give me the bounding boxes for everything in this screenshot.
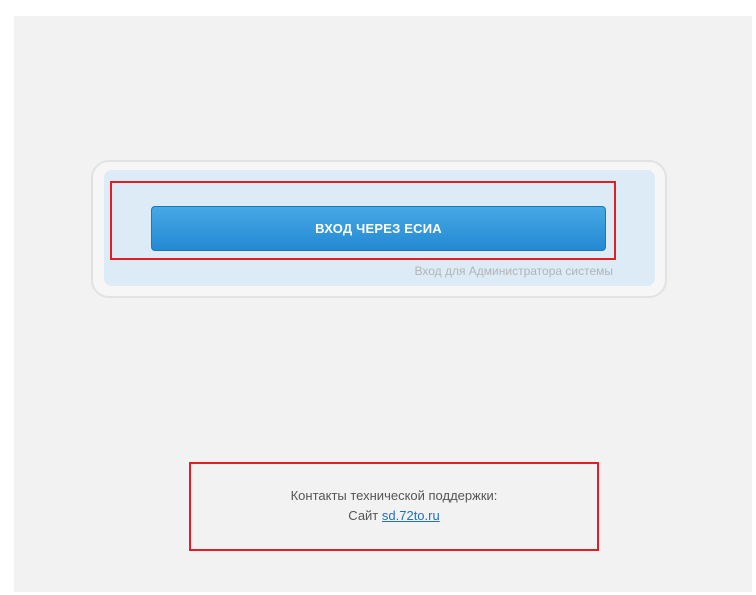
support-site-label: Сайт <box>348 508 379 523</box>
admin-login-link[interactable]: Вход для Администратора системы <box>330 264 613 278</box>
highlight-frame-support <box>189 462 599 551</box>
support-site-line: Сайт sd.72to.ru <box>189 508 599 523</box>
support-heading: Контакты технической поддержки: <box>290 488 498 503</box>
support-site-link[interactable]: sd.72to.ru <box>382 508 440 523</box>
esia-login-button[interactable]: ВХОД ЧЕРЕЗ ЕСИА <box>151 206 606 251</box>
esia-login-button-label: ВХОД ЧЕРЕЗ ЕСИА <box>315 221 442 236</box>
